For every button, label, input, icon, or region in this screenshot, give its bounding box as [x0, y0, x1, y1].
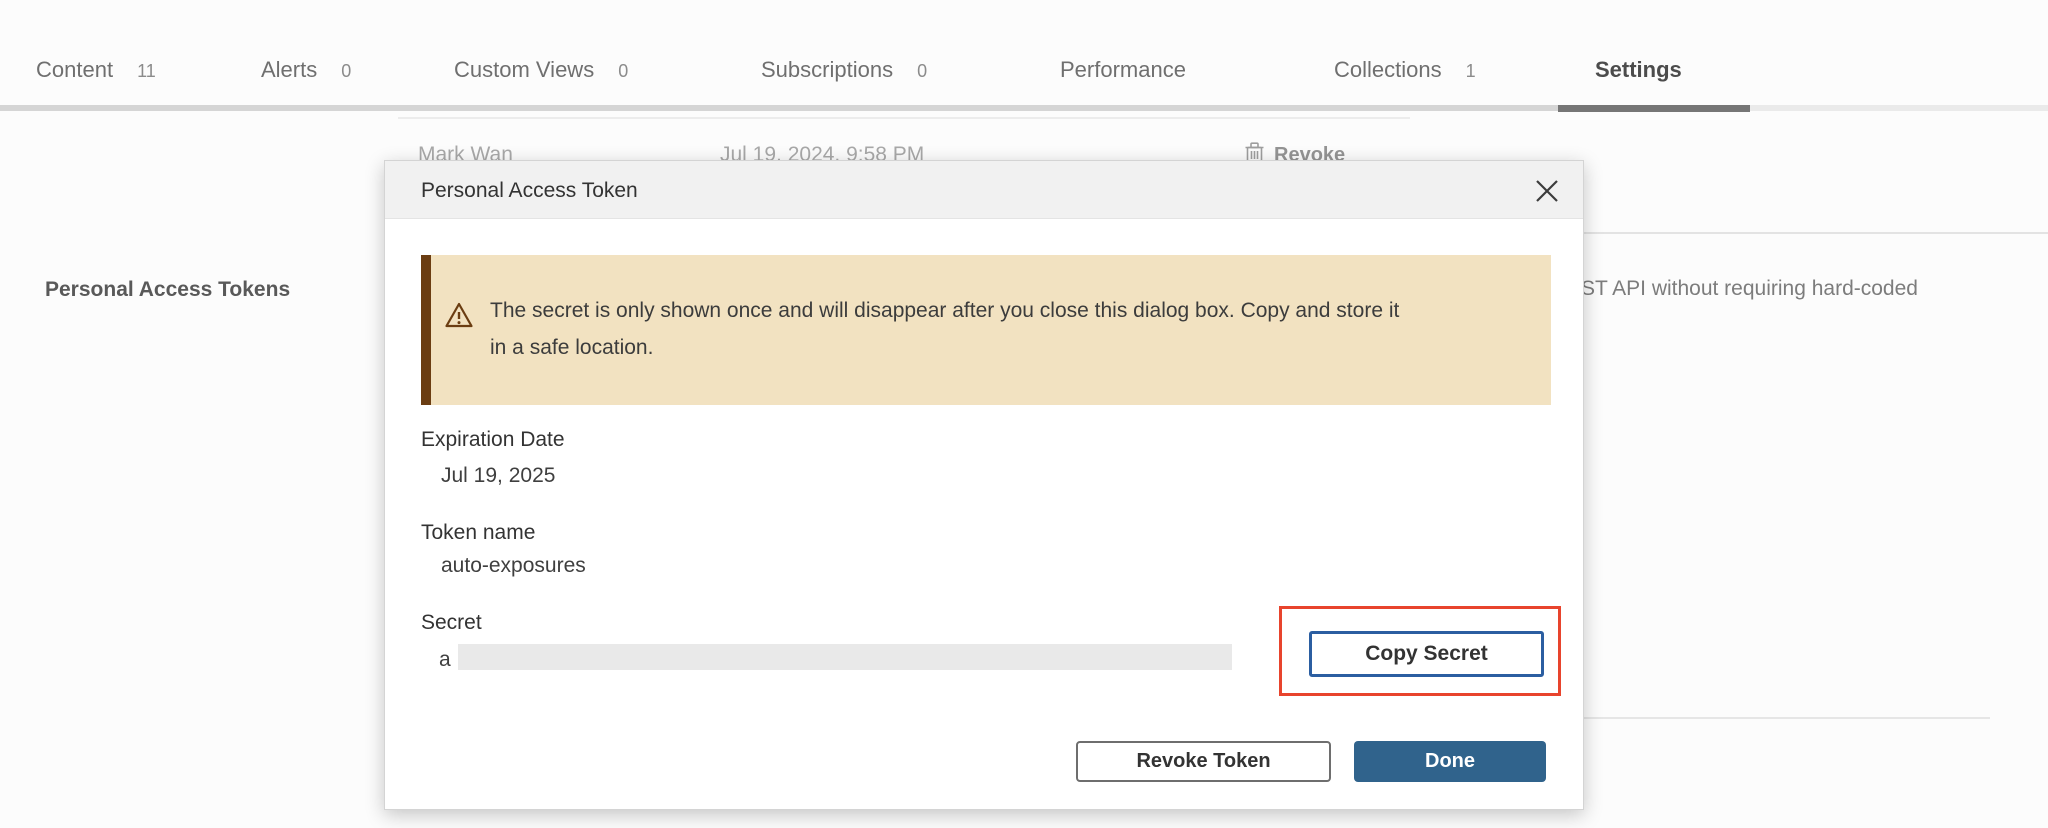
tab-settings[interactable]: Settings	[1595, 57, 1682, 83]
table-row-divider	[398, 117, 1410, 119]
tabbar-bottom-border	[1750, 105, 2048, 111]
tab-count-badge: 1	[1466, 61, 1476, 82]
tab-content[interactable]: Content 11	[36, 57, 156, 83]
section-label-personal-access-tokens: Personal Access Tokens	[45, 278, 290, 302]
done-button[interactable]: Done	[1354, 741, 1546, 782]
section-description-text: ST API without requiring hard-coded	[1581, 277, 1918, 301]
active-tab-underline	[1558, 105, 1750, 112]
token-name-value: auto-exposures	[441, 554, 586, 578]
tab-label: Performance	[1060, 57, 1186, 83]
tab-label: Collections	[1334, 57, 1442, 83]
tab-count-badge: 0	[341, 61, 351, 82]
tab-custom-views[interactable]: Custom Views 0	[454, 57, 628, 83]
revoke-token-button[interactable]: Revoke Token	[1076, 741, 1331, 782]
secret-masked-bar	[458, 644, 1232, 670]
warning-message: The secret is only shown once and will d…	[490, 292, 1420, 366]
section-divider	[1560, 717, 1990, 719]
tab-label: Alerts	[261, 57, 317, 83]
copy-secret-button[interactable]: Copy Secret	[1309, 631, 1544, 677]
tab-performance[interactable]: Performance	[1060, 57, 1186, 83]
tab-alerts[interactable]: Alerts 0	[261, 57, 351, 83]
tab-label: Content	[36, 57, 113, 83]
warning-icon	[444, 301, 474, 329]
secret-label: Secret	[421, 611, 482, 635]
dialog-title: Personal Access Token	[421, 179, 638, 203]
secret-visible-value: a	[439, 648, 451, 672]
tab-count-badge: 0	[618, 61, 628, 82]
tabbar-bottom-border	[0, 105, 1558, 111]
tab-collections[interactable]: Collections 1	[1334, 57, 1476, 83]
personal-access-token-dialog: Personal Access Token The secret is only…	[384, 160, 1584, 810]
expiration-date-value: Jul 19, 2025	[441, 464, 555, 488]
tab-label: Custom Views	[454, 57, 594, 83]
section-divider	[1560, 232, 2048, 234]
close-icon[interactable]	[1533, 177, 1561, 205]
tab-subscriptions[interactable]: Subscriptions 0	[761, 57, 927, 83]
expiration-date-label: Expiration Date	[421, 428, 565, 452]
tab-label: Settings	[1595, 57, 1682, 83]
warning-banner: The secret is only shown once and will d…	[421, 255, 1551, 405]
tab-count-badge: 0	[917, 61, 927, 82]
tab-label: Subscriptions	[761, 57, 893, 83]
tab-count-badge: 11	[137, 61, 156, 82]
token-name-label: Token name	[421, 521, 535, 545]
dialog-header: Personal Access Token	[385, 161, 1583, 219]
